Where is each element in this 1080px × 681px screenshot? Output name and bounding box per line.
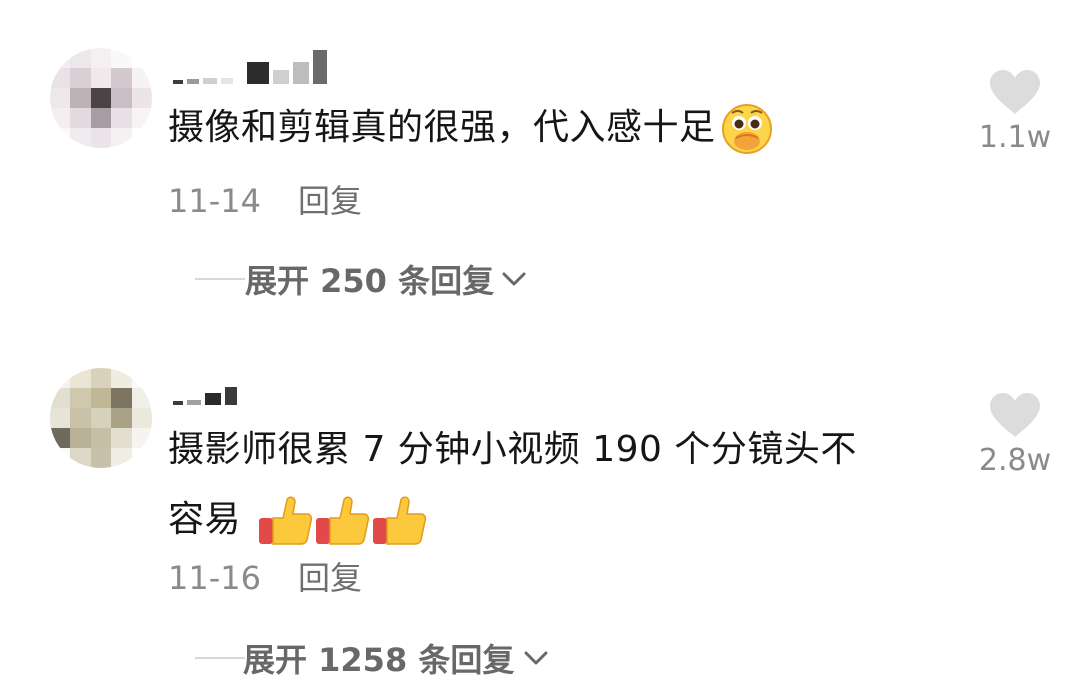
hand-over-mouth-emoji-icon <box>720 102 774 156</box>
comment-text-content: 摄像和剪辑真的很强，代入感十足 <box>168 107 716 148</box>
reply-button[interactable]: 回复 <box>298 553 362 599</box>
like-count: 1.1w <box>978 120 1052 155</box>
like-button[interactable]: 2.8w <box>970 391 1060 478</box>
comment-date: 11-14 <box>168 182 261 220</box>
thumbs-up-emoji-icon <box>257 494 427 548</box>
comment-item: 摄像和剪辑真的很强，代入感十足 11-14 回复 展开 250 条回复 1.1w <box>0 0 1080 330</box>
comment-text-content: 容易 <box>168 499 242 540</box>
heart-icon <box>990 70 1040 114</box>
comment-meta: 11-14 回复 <box>168 176 362 222</box>
expand-replies-label: 展开 1258 条回复 <box>243 641 515 679</box>
chevron-down-icon <box>502 272 526 286</box>
like-button[interactable]: 1.1w <box>970 68 1060 155</box>
comment-text: 摄影师很累 7 分钟小视频 190 个分镜头不 容易 <box>168 415 928 555</box>
comment-date: 11-16 <box>168 559 261 597</box>
divider-line <box>195 657 245 659</box>
username-redacted[interactable] <box>165 50 365 84</box>
username-redacted[interactable] <box>165 373 365 407</box>
comment-text-line: 摄影师很累 7 分钟小视频 190 个分镜头不 <box>168 429 857 470</box>
divider-line <box>195 278 245 280</box>
expand-replies[interactable]: 展开 1258 条回复 <box>195 635 550 681</box>
comment-text-line: 容易 <box>168 485 928 555</box>
avatar[interactable] <box>50 48 152 148</box>
avatar[interactable] <box>50 368 152 468</box>
heart-icon <box>990 393 1040 437</box>
chevron-down-icon <box>524 651 548 665</box>
comment-item: 摄影师很累 7 分钟小视频 190 个分镜头不 容易 11-16 回复 展开 1… <box>0 345 1080 679</box>
like-count: 2.8w <box>978 443 1052 478</box>
reply-button[interactable]: 回复 <box>298 176 362 222</box>
expand-replies-label: 展开 250 条回复 <box>245 262 495 300</box>
comment-meta: 11-16 回复 <box>168 553 362 599</box>
comment-text: 摄像和剪辑真的很强，代入感十足 <box>168 93 928 163</box>
expand-replies[interactable]: 展开 250 条回复 <box>195 256 528 302</box>
